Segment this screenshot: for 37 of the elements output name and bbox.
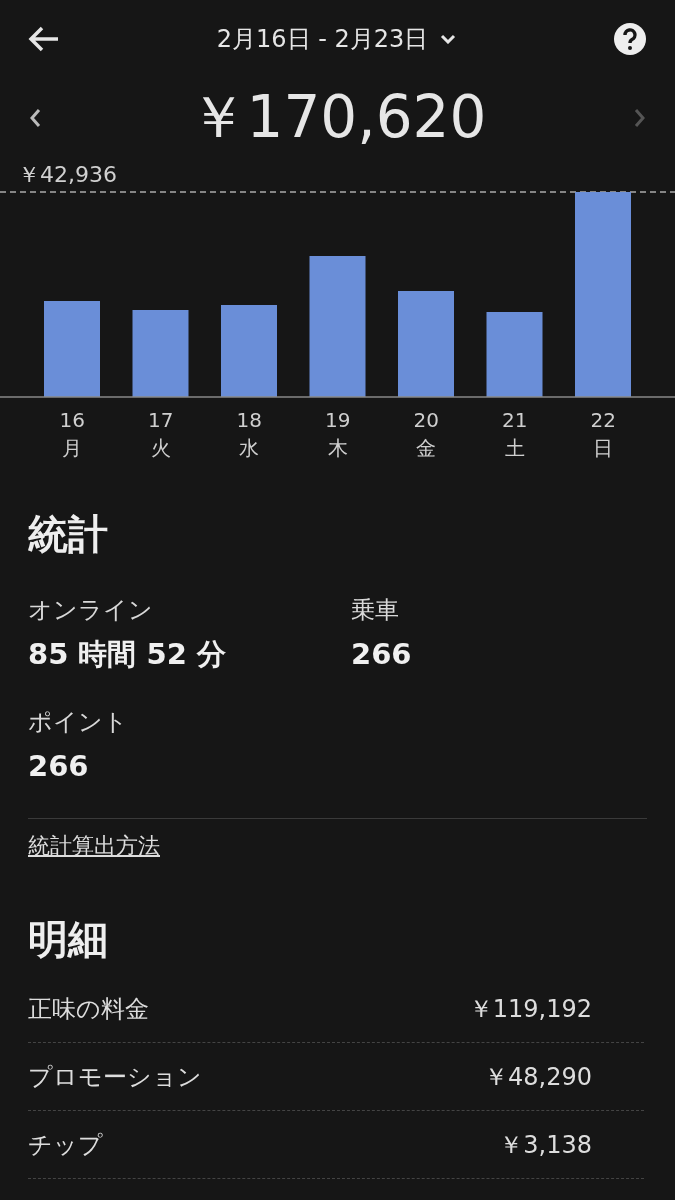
weekday-label: 日 xyxy=(593,435,614,462)
chevron-right-icon[interactable] xyxy=(633,107,647,129)
section-heading: 明細 xyxy=(28,915,109,964)
weekday-label: 火 xyxy=(150,435,171,462)
stat-label: ポイント xyxy=(28,707,129,738)
breakdown-label: プロモーション xyxy=(28,1061,202,1093)
help-icon[interactable] xyxy=(613,22,647,56)
stat-value: 85 時間 52 分 xyxy=(28,636,227,672)
max-value-label: ￥42,936 xyxy=(18,162,117,187)
day-label: 18 xyxy=(236,407,262,434)
stat-value: 266 xyxy=(28,748,90,784)
back-icon[interactable] xyxy=(28,26,60,52)
section-heading: 統計 xyxy=(28,510,109,559)
day-label: 21 xyxy=(502,407,528,434)
breakdown-amount: ￥3,138 xyxy=(499,1129,593,1161)
stat-label: オンライン xyxy=(28,595,154,626)
stat-value: 266 xyxy=(351,636,413,672)
day-label: 16 xyxy=(59,407,85,434)
weekday-label: 水 xyxy=(239,435,260,462)
day-label: 20 xyxy=(413,407,439,434)
caret-icon xyxy=(440,34,457,44)
day-label: 22 xyxy=(590,407,616,434)
weekday-label: 金 xyxy=(416,435,437,462)
date-range-dropdown[interactable]: 2月16日 - 2月23日 xyxy=(216,23,457,55)
breakdown-amount: ￥119,192 xyxy=(468,993,593,1025)
day-label: 17 xyxy=(148,407,174,434)
total-earnings: ￥170,620 xyxy=(188,82,487,153)
breakdown-label: 正味の料金 xyxy=(28,993,149,1025)
breakdown-label: チップ xyxy=(28,1129,103,1161)
weekday-label: 月 xyxy=(62,435,83,462)
day-label: 19 xyxy=(325,407,351,434)
breakdown-amount: ￥48,290 xyxy=(484,1061,593,1093)
chevron-left-icon[interactable] xyxy=(28,107,42,129)
weekday-label: 木 xyxy=(327,435,348,462)
stats-method-link[interactable]: 統計算出方法 xyxy=(28,831,160,861)
weekday-label: 土 xyxy=(504,435,525,462)
stat-label: 乗車 xyxy=(351,595,400,626)
